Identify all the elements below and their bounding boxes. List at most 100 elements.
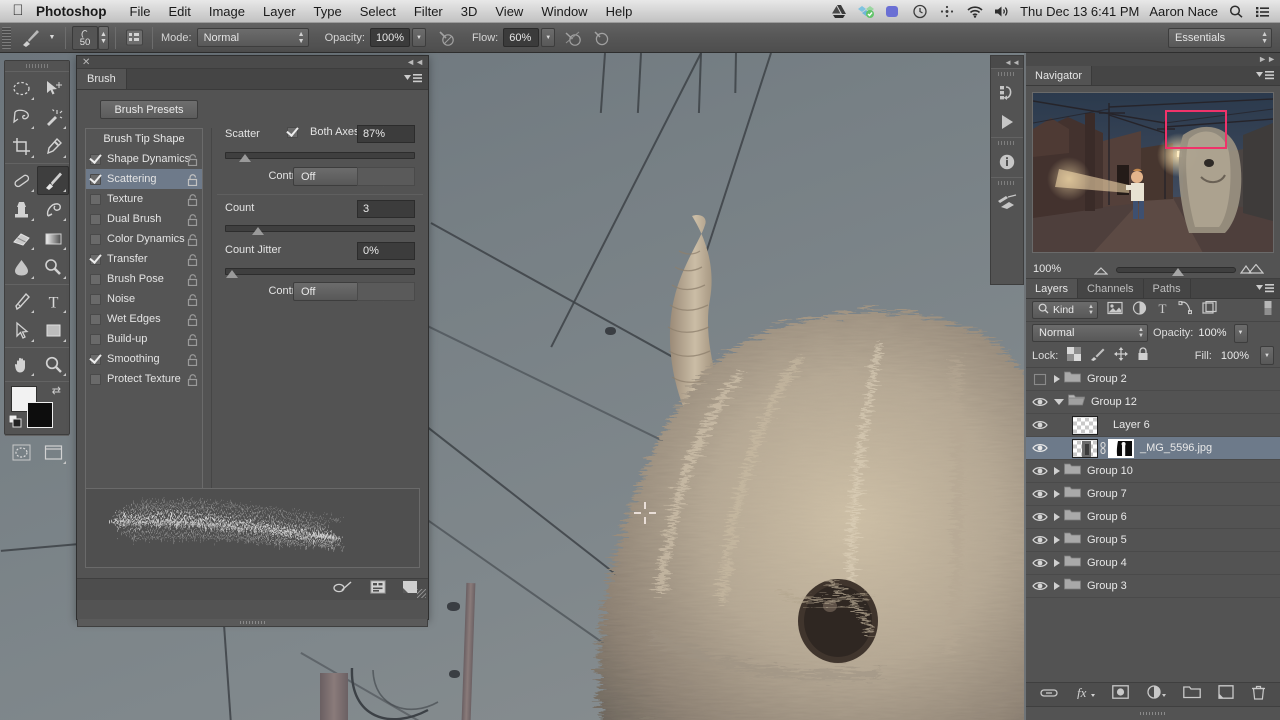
- tools-panel-grip[interactable]: [5, 61, 69, 71]
- brush-presets-button[interactable]: Brush Presets: [100, 100, 198, 119]
- layer-visibility-toggle[interactable]: [1026, 557, 1054, 569]
- layer-visibility-toggle[interactable]: [1026, 465, 1054, 477]
- layer-visibility-toggle[interactable]: [1026, 488, 1054, 500]
- layer-name[interactable]: Layer 6: [1113, 419, 1150, 431]
- layer-name[interactable]: _MG_5596.jpg: [1140, 442, 1212, 454]
- checkbox-brush-pose[interactable]: [90, 273, 101, 285]
- brush-option-smoothing[interactable]: Smoothing: [86, 349, 202, 369]
- swap-colors-icon[interactable]: ⇄: [52, 384, 61, 397]
- navigator-zoom-slider[interactable]: [1116, 265, 1236, 276]
- brush-tool[interactable]: [37, 166, 69, 195]
- navigator-zoom-knob[interactable]: [1172, 265, 1185, 276]
- brush-size-stepper[interactable]: ▲ ▼: [98, 25, 109, 50]
- table-row[interactable]: Group 7: [1026, 483, 1280, 506]
- both-axes-row[interactable]: Both Axes: [287, 126, 360, 138]
- brush-tool-icon[interactable]: [15, 27, 45, 49]
- opacity-slider-arrow[interactable]: ▼: [411, 28, 426, 47]
- menu-item-window[interactable]: Window: [532, 4, 596, 19]
- mask-link-icon[interactable]: [1098, 442, 1108, 454]
- lock-position-icon[interactable]: [1114, 347, 1129, 364]
- bluetooth-icon[interactable]: [939, 4, 956, 19]
- fill-value[interactable]: 100%: [1221, 350, 1249, 362]
- new-group-icon[interactable]: [1183, 685, 1201, 704]
- dock-grip[interactable]: [998, 72, 1016, 76]
- layer-name[interactable]: Group 4: [1087, 557, 1127, 569]
- brush-preset-dropdown-arrow[interactable]: ▼: [45, 34, 59, 41]
- layer-visibility-toggle[interactable]: [1026, 534, 1054, 546]
- group-expand-arrow[interactable]: [1054, 375, 1060, 383]
- tablet-pressure-opacity-icon[interactable]: [436, 28, 456, 48]
- menu-item-type[interactable]: Type: [305, 4, 351, 19]
- dock-grip[interactable]: [998, 181, 1016, 185]
- checkbox-transfer[interactable]: [90, 253, 101, 265]
- new-layer-icon[interactable]: [1218, 685, 1234, 704]
- collapse-panel-icon[interactable]: ►►: [1258, 54, 1276, 64]
- apple-icon[interactable]: : [0, 3, 36, 20]
- count-slider[interactable]: [225, 225, 415, 235]
- brush-panel-bottom-grip[interactable]: [77, 619, 428, 627]
- checkbox-smoothing[interactable]: [90, 353, 101, 365]
- layer-style-fx-icon[interactable]: fx: [1075, 685, 1095, 704]
- healing-brush-tool[interactable]: [5, 166, 37, 195]
- menu-item-3d[interactable]: 3D: [452, 4, 487, 19]
- brush-panel-titlebar[interactable]: ✕ ◄◄: [77, 56, 428, 69]
- tool-presets-icon[interactable]: [994, 190, 1020, 214]
- tab-layers[interactable]: Layers: [1026, 279, 1079, 298]
- tablet-pressure-size-icon[interactable]: [591, 28, 611, 48]
- rectangle-tool[interactable]: [37, 316, 69, 345]
- hand-tool[interactable]: [5, 350, 37, 379]
- menu-item-filter[interactable]: Filter: [405, 4, 452, 19]
- actions-panel-icon[interactable]: [994, 110, 1020, 134]
- layer-name[interactable]: Group 10: [1087, 465, 1133, 477]
- layer-name[interactable]: Group 3: [1087, 580, 1127, 592]
- checkbox-texture[interactable]: [90, 193, 101, 205]
- layer-visibility-toggle[interactable]: [1026, 373, 1054, 386]
- toggle-brush-dynamics-icon[interactable]: [332, 580, 354, 599]
- quick-mask-icon[interactable]: [5, 438, 37, 467]
- tab-paths[interactable]: Paths: [1143, 279, 1191, 298]
- menu-item-help[interactable]: Help: [597, 4, 642, 19]
- brush-tip-shape-header[interactable]: Brush Tip Shape: [86, 129, 202, 149]
- quick-selection-tool[interactable]: [37, 103, 69, 132]
- path-selection-tool[interactable]: [5, 316, 37, 345]
- panel-menu-icon[interactable]: [1256, 283, 1274, 294]
- table-row[interactable]: Group 5: [1026, 529, 1280, 552]
- layer-name[interactable]: Group 12: [1091, 396, 1137, 408]
- workspace-dropdown[interactable]: Essentials ▲ ▼: [1168, 28, 1272, 48]
- brush-panel-resize-handle[interactable]: [417, 589, 426, 598]
- tab-channels[interactable]: Channels: [1078, 279, 1144, 298]
- fill-slider-arrow[interactable]: ▼: [1260, 346, 1274, 365]
- panel-menu-icon[interactable]: [404, 73, 422, 84]
- tab-navigator[interactable]: Navigator: [1026, 66, 1093, 85]
- wifi-icon[interactable]: [966, 4, 983, 19]
- layer-visibility-toggle[interactable]: [1026, 511, 1054, 523]
- group-expand-arrow[interactable]: [1054, 582, 1060, 590]
- brush-option-dual-brush[interactable]: Dual Brush: [86, 209, 202, 229]
- navigator-view-box[interactable]: [1165, 110, 1228, 149]
- lock-image-icon[interactable]: [1090, 347, 1105, 364]
- menubar-datetime[interactable]: Thu Dec 13 6:41 PM: [1020, 4, 1139, 19]
- brush-size-preview[interactable]: 50: [72, 25, 98, 50]
- count-jitter-value[interactable]: 0%: [357, 242, 415, 260]
- airbrush-icon[interactable]: [563, 28, 583, 48]
- brush-preview-icon[interactable]: [370, 580, 386, 599]
- layer-name[interactable]: Group 7: [1087, 488, 1127, 500]
- opacity-value[interactable]: 100%: [369, 28, 410, 47]
- brush-panel-toggle-icon[interactable]: [122, 28, 146, 47]
- menubar-user[interactable]: Aaron Nace: [1149, 4, 1218, 19]
- collapse-panel-icon[interactable]: ◄◄: [406, 57, 424, 68]
- layer-name[interactable]: Group 6: [1087, 511, 1127, 523]
- crop-tool[interactable]: [5, 132, 37, 161]
- brush-option-texture[interactable]: Texture: [86, 189, 202, 209]
- checkbox-noise[interactable]: [90, 293, 101, 305]
- checkbox-dual-brush[interactable]: [90, 213, 101, 225]
- brush-option-build-up[interactable]: Build-up: [86, 329, 202, 349]
- expand-panels-icon[interactable]: ◄◄: [991, 56, 1023, 68]
- group-expand-arrow[interactable]: [1054, 559, 1060, 567]
- table-row[interactable]: Layer 6: [1026, 414, 1280, 437]
- panel-menu-icon[interactable]: [1256, 70, 1274, 81]
- scatter-slider[interactable]: [225, 152, 415, 162]
- brush-option-wet-edges[interactable]: Wet Edges: [86, 309, 202, 329]
- history-brush-tool[interactable]: [37, 195, 69, 224]
- tab-brush[interactable]: Brush: [77, 69, 127, 89]
